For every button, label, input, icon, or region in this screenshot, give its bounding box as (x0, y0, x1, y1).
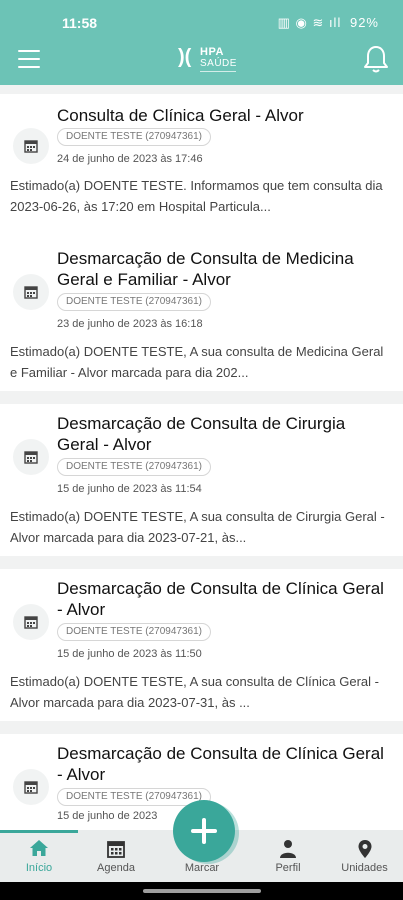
patient-badge: DOENTE TESTE (270947361) (57, 623, 211, 641)
notification-icon-badge (13, 128, 49, 164)
notification-title: Desmarcação de Consulta de Cirurgia Gera… (57, 414, 346, 454)
notifications-button[interactable] (363, 44, 389, 74)
notification-message: Estimado(a) DOENTE TESTE, A sua consulta… (10, 674, 379, 710)
home-gesture-handle[interactable] (143, 889, 261, 893)
status-icons: ▥ ◉ ≋ ıll 92% (278, 15, 379, 31)
notification-title: Consulta de Clínica Geral - Alvor (57, 106, 304, 125)
logo-text-top: HPA (200, 46, 224, 58)
logo-underline (200, 71, 236, 72)
calendar-icon (107, 841, 125, 858)
notification-date: 15 de junho de 2023 às 11:50 (57, 648, 202, 660)
notification-date: 15 de junho de 2023 às 11:54 (57, 483, 202, 495)
nav-item-unidades[interactable]: Unidades (326, 830, 403, 882)
notification-title: Desmarcação de Consulta de Clínica Geral… (57, 579, 384, 619)
calendar-icon (24, 140, 38, 153)
notification-message: Estimado(a) DOENTE TESTE. Informamos que… (10, 178, 383, 214)
patient-badge: DOENTE TESTE (270947361) (57, 128, 211, 146)
notification-date: 23 de junho de 2023 às 16:18 (57, 318, 203, 330)
bell-icon (364, 46, 388, 73)
menu-button[interactable] (18, 50, 40, 68)
calendar-icon (24, 616, 38, 629)
nav-item-perfil[interactable]: Perfil (250, 830, 326, 882)
notification-icon-badge (13, 274, 49, 310)
nav-item-inicio[interactable]: Início (0, 830, 78, 882)
patient-badge: DOENTE TESTE (270947361) (57, 458, 211, 476)
notification-icon-badge (13, 604, 49, 640)
home-icon (30, 840, 48, 856)
notification-icon-badge (13, 439, 49, 475)
battery-level: 92% (349, 15, 379, 30)
nav-label: Marcar (184, 862, 220, 874)
nav-label: Perfil (275, 862, 301, 874)
app-header: 11:58 ▥ ◉ ≋ ıll 92% )( HPA SAÚDE (0, 0, 403, 85)
notification-message: Estimado(a) DOENTE TESTE, A sua consulta… (10, 344, 384, 380)
calendar-icon (24, 286, 38, 299)
location-pin-icon (358, 840, 371, 858)
calendar-icon (24, 781, 38, 794)
notification-date: 15 de junho de 2023 (57, 810, 158, 822)
notification-icon-badge (13, 769, 49, 805)
person-icon (280, 840, 296, 858)
notification-message: Estimado(a) DOENTE TESTE, A sua consulta… (10, 509, 385, 545)
logo-mark: )( (178, 46, 192, 68)
notification-title: Desmarcação de Consulta de Medicina Gera… (57, 249, 354, 289)
system-navigation-bar (0, 882, 403, 900)
notification-card[interactable]: Desmarcação de Consulta de Clínica Geral… (0, 569, 403, 721)
status-time: 11:58 (62, 15, 98, 31)
add-appointment-button[interactable] (173, 800, 235, 862)
status-indicator-icons: ▥ ◉ ≋ ıll (277, 15, 342, 30)
notification-card[interactable]: Desmarcação de Consulta de Medicina Gera… (0, 239, 403, 391)
status-bar: 11:58 ▥ ◉ ≋ ıll 92% (0, 0, 403, 40)
calendar-icon (24, 451, 38, 464)
nav-label: Agenda (97, 862, 135, 874)
notification-list[interactable]: Consulta de Clínica Geral - Alvor DOENTE… (0, 85, 403, 830)
patient-badge: DOENTE TESTE (270947361) (57, 293, 211, 311)
app-logo: )( HPA SAÚDE (178, 44, 240, 76)
notification-card[interactable]: Consulta de Clínica Geral - Alvor DOENTE… (0, 94, 403, 246)
notification-title: Desmarcação de Consulta de Clínica Geral… (57, 744, 384, 784)
logo-text-bottom: SAÚDE (200, 58, 237, 69)
notification-card[interactable]: Desmarcação de Consulta de Cirurgia Gera… (0, 404, 403, 556)
nav-label: Unidades (341, 862, 388, 874)
nav-item-agenda[interactable]: Agenda (78, 830, 154, 882)
hamburger-icon (18, 50, 40, 52)
nav-label: Início (25, 862, 53, 874)
notification-date: 24 de junho de 2023 às 17:46 (57, 153, 203, 165)
